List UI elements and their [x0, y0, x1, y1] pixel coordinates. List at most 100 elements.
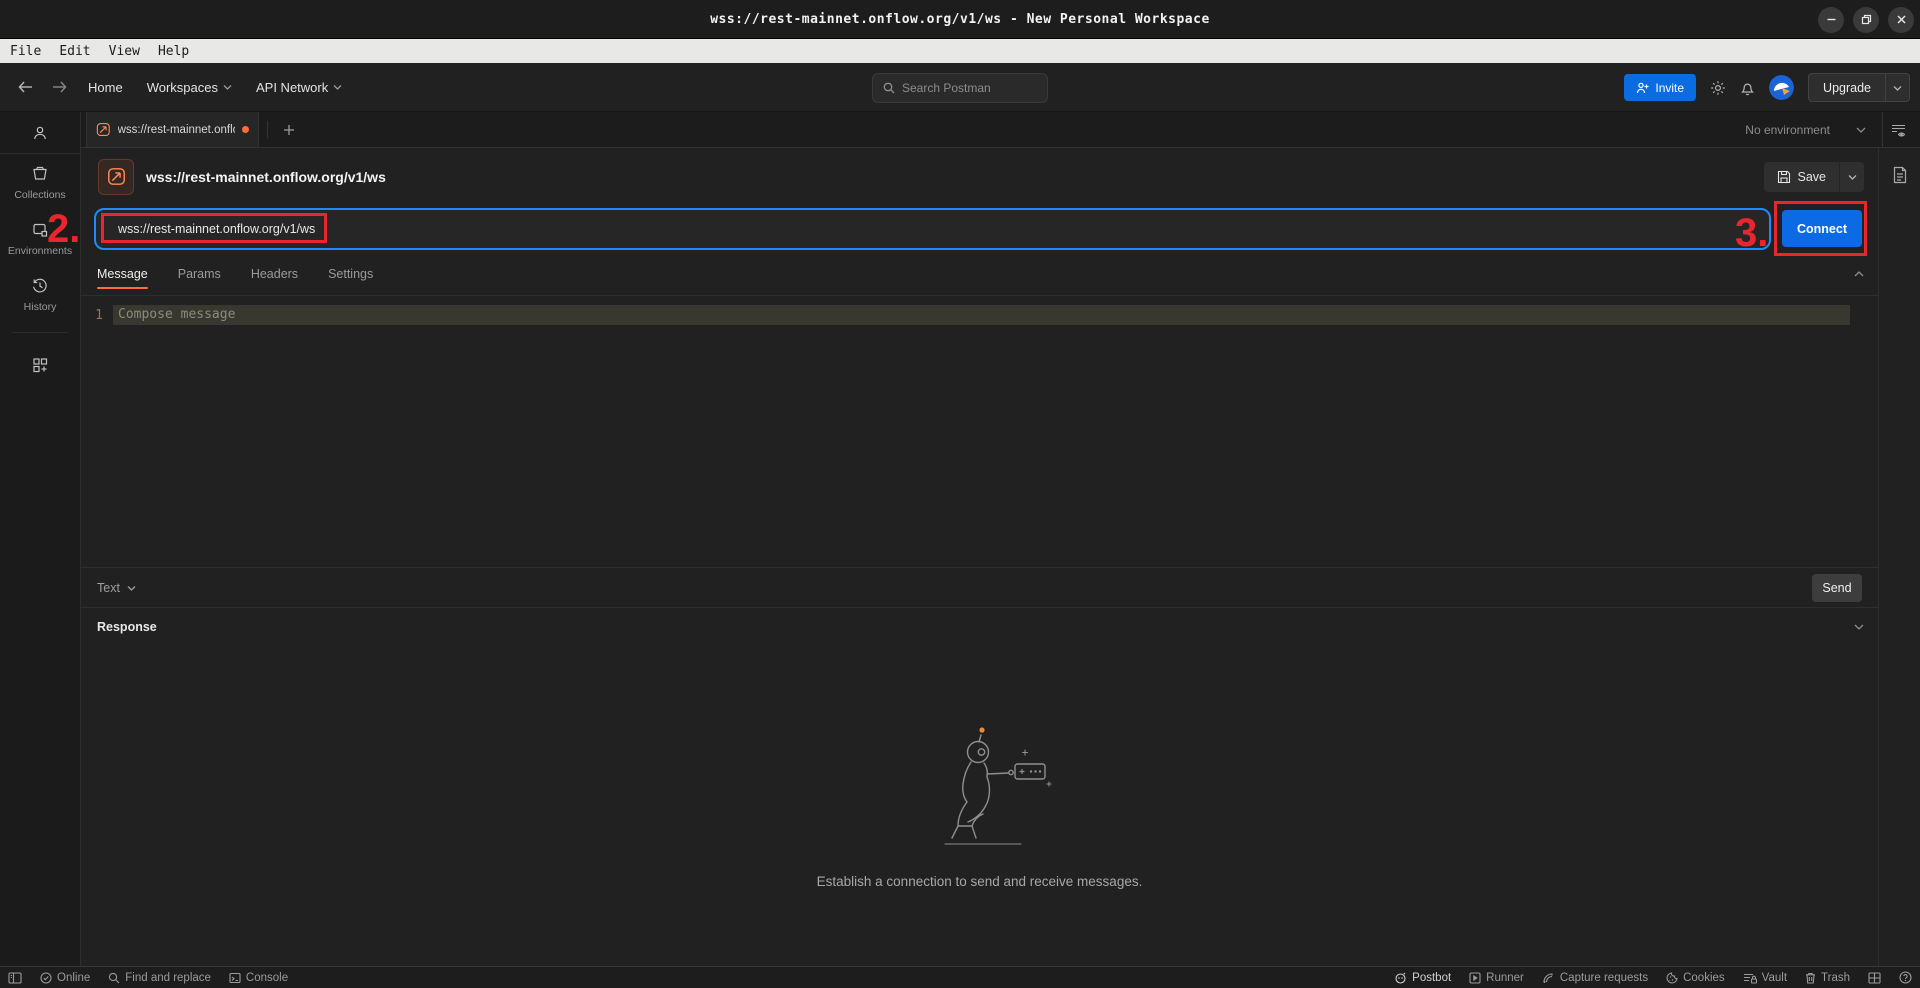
request-tabstrip: wss://rest-mainnet.onflc No environment — [81, 112, 1920, 148]
annotation-step-3: 3. — [1735, 213, 1768, 253]
search-icon — [883, 82, 895, 94]
chevron-down-icon — [333, 84, 342, 90]
tab-headers[interactable]: Headers — [251, 252, 298, 296]
menu-view[interactable]: View — [109, 44, 140, 59]
close-button[interactable] — [1888, 7, 1914, 33]
panel-toggle-icon — [8, 972, 22, 984]
sidebar-item-profile[interactable] — [0, 112, 80, 154]
sidebar-divider — [12, 332, 68, 333]
check-circle-icon — [40, 972, 52, 984]
plus-icon — [283, 124, 295, 136]
window-titlebar: wss://rest-mainnet.onflow.org/v1/ws - Ne… — [0, 0, 1920, 39]
menu-file[interactable]: File — [10, 44, 41, 59]
tab-params[interactable]: Params — [178, 252, 221, 296]
app-header: Home Workspaces API Network Search Postm… — [0, 63, 1920, 112]
request-title: wss://rest-mainnet.onflow.org/v1/ws — [146, 169, 386, 185]
empty-state-illustration — [905, 722, 1055, 848]
window-title: wss://rest-mainnet.onflow.org/v1/ws - Ne… — [710, 12, 1210, 27]
notifications-bell-icon[interactable] — [1740, 80, 1755, 96]
save-options-chevron[interactable] — [1839, 162, 1864, 192]
minimize-button[interactable] — [1818, 7, 1844, 33]
cookie-icon — [1666, 972, 1678, 984]
find-and-replace-button[interactable]: Find and replace — [108, 972, 211, 984]
trash-icon — [1805, 972, 1816, 984]
search-placeholder: Search Postman — [902, 81, 991, 95]
runner-icon — [1469, 972, 1481, 984]
message-editor[interactable]: 1 Compose message — [81, 296, 1878, 567]
postbot-icon — [1394, 972, 1407, 984]
collections-icon — [31, 165, 49, 183]
split-panels-icon — [1868, 972, 1881, 984]
right-rail — [1878, 148, 1920, 966]
chevron-down-icon — [127, 585, 136, 591]
panel-layout-button[interactable] — [1868, 972, 1881, 984]
environment-selector[interactable]: No environment — [1745, 112, 1878, 148]
nav-workspaces[interactable]: Workspaces — [137, 74, 242, 101]
nav-home[interactable]: Home — [78, 74, 133, 101]
chevron-down-icon[interactable] — [1885, 74, 1909, 101]
env-eye-icon — [1890, 123, 1907, 138]
postbot-button[interactable]: Postbot — [1394, 972, 1451, 984]
response-header[interactable]: Response — [81, 607, 1878, 645]
request-title-row: wss://rest-mainnet.onflow.org/v1/ws Save — [81, 148, 1878, 205]
vault-lock-icon — [1743, 972, 1757, 984]
save-button[interactable]: Save — [1764, 162, 1865, 192]
response-title: Response — [97, 620, 157, 634]
search-icon — [108, 972, 120, 984]
help-button[interactable] — [1899, 971, 1912, 984]
response-empty-state: Establish a connection to send and recei… — [81, 645, 1878, 966]
upgrade-button[interactable]: Upgrade — [1808, 73, 1910, 102]
history-clock-icon — [31, 277, 49, 295]
trash-button[interactable]: Trash — [1805, 972, 1850, 984]
connect-button[interactable]: Connect — [1782, 210, 1862, 247]
online-status[interactable]: Online — [40, 972, 90, 984]
url-input[interactable]: wss://rest-mainnet.onflow.org/v1/ws — [94, 208, 1771, 250]
request-tab[interactable]: wss://rest-mainnet.onflc — [86, 112, 259, 147]
menu-edit[interactable]: Edit — [59, 44, 90, 59]
environment-quick-look-button[interactable] — [1882, 112, 1914, 148]
sidebar-item-history[interactable]: History — [0, 266, 80, 322]
capture-requests-button[interactable]: Capture requests — [1542, 972, 1648, 984]
app-menubar: File Edit View Help — [0, 39, 1920, 63]
account-avatar[interactable] — [1769, 75, 1794, 100]
send-button[interactable]: Send — [1812, 574, 1862, 602]
divider — [267, 121, 268, 138]
blocks-plus-icon — [31, 356, 49, 374]
forward-button[interactable] — [44, 72, 74, 102]
unsaved-indicator-dot — [242, 126, 249, 133]
console-button[interactable]: Console — [229, 972, 288, 984]
sidebar-configure-button[interactable] — [0, 345, 80, 383]
cookies-button[interactable]: Cookies — [1666, 972, 1725, 984]
chevron-down-icon — [223, 84, 232, 90]
nav-api-network[interactable]: API Network — [246, 74, 352, 101]
runner-button[interactable]: Runner — [1469, 972, 1524, 984]
response-collapse-chevron[interactable] — [1854, 624, 1864, 630]
tab-settings[interactable]: Settings — [328, 252, 373, 296]
toggle-sidebar-button[interactable] — [8, 972, 22, 984]
send-row: Text Send — [81, 567, 1878, 607]
chevron-down-icon — [1856, 127, 1866, 133]
status-bar: Online Find and replace Console Postbot … — [0, 966, 1920, 988]
sidebar-item-collections[interactable]: Collections — [0, 154, 80, 210]
documentation-icon[interactable] — [1892, 166, 1908, 184]
settings-gear-icon[interactable] — [1710, 80, 1726, 96]
restore-button[interactable] — [1853, 7, 1879, 33]
message-type-select[interactable]: Text — [97, 581, 136, 595]
help-icon — [1899, 971, 1912, 984]
websocket-request-icon — [98, 159, 134, 195]
console-icon — [229, 972, 241, 984]
search-input[interactable]: Search Postman — [872, 73, 1048, 103]
vault-button[interactable]: Vault — [1743, 972, 1787, 984]
websocket-icon — [96, 122, 111, 137]
person-plus-icon — [1636, 82, 1649, 94]
collapse-editor-chevron[interactable] — [1854, 271, 1864, 277]
invite-button[interactable]: Invite — [1624, 74, 1696, 101]
window-controls — [1818, 0, 1914, 39]
editor-placeholder: Compose message — [113, 305, 1850, 325]
annotation-step-2: 2. — [47, 209, 80, 249]
menu-help[interactable]: Help — [158, 44, 189, 59]
save-floppy-icon — [1777, 170, 1791, 184]
back-button[interactable] — [10, 72, 40, 102]
tab-message[interactable]: Message — [97, 252, 148, 296]
new-tab-button[interactable] — [276, 112, 302, 147]
